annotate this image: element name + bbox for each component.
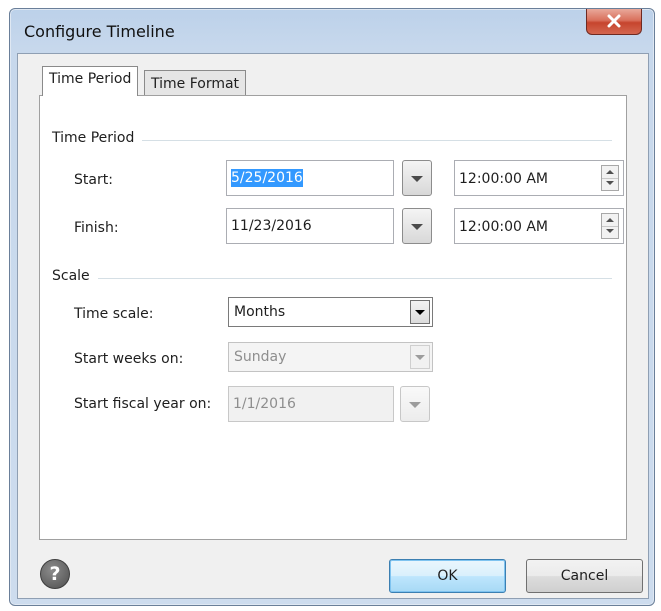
chevron-down-icon [411,224,423,230]
arrow-down-icon [606,181,614,185]
start-date-value: 5/25/2016 [231,169,303,187]
fiscal-year-input[interactable]: 1/1/2016 [228,386,394,422]
spin-down-button[interactable] [602,226,618,238]
title-bar[interactable]: Configure Timeline [10,9,654,53]
fiscal-year-dropdown-button[interactable] [400,386,430,422]
chevron-down-icon [415,310,425,315]
tab-label: Time Format [151,76,240,92]
chevron-down-icon [415,355,425,360]
finish-date-value: 11/23/2016 [231,218,312,234]
chevron-down-icon [411,176,423,182]
cancel-button[interactable]: Cancel [526,559,643,593]
arrow-down-icon [606,229,614,233]
help-icon: ? [49,563,61,585]
arrow-up-icon [606,218,614,222]
fiscal-year-label: Start fiscal year on: [74,396,212,412]
arrow-up-icon [606,170,614,174]
fiscal-year-value: 1/1/2016 [233,396,296,412]
group-divider [54,278,612,279]
time-scale-dropdown-button[interactable] [410,300,430,324]
start-date-input[interactable]: 5/25/2016 [226,160,394,196]
start-weeks-select[interactable]: Sunday [228,342,433,372]
start-label: Start: [74,172,113,188]
dialog-title: Configure Timeline [24,22,175,41]
time-period-group-label: Time Period [52,130,143,146]
tab-time-period[interactable]: Time Period [42,66,139,96]
start-weeks-dropdown-button[interactable] [410,345,430,369]
finish-date-input[interactable]: 11/23/2016 [226,208,394,244]
time-scale-label: Time scale: [74,306,154,322]
time-scale-select[interactable]: Months [228,297,433,327]
cancel-button-label: Cancel [560,568,609,584]
finish-label: Finish: [74,220,119,236]
dialog-body: Time Period Time Format Time Period Star… [17,53,649,599]
start-time-input[interactable]: 12:00:00 AM [454,160,624,196]
ok-button-label: OK [437,568,458,584]
chevron-down-icon [409,402,421,408]
start-time-value: 12:00:00 AM [459,171,548,187]
finish-date-dropdown-button[interactable] [402,208,432,244]
start-weeks-value: Sunday [234,349,287,365]
finish-time-value: 12:00:00 AM [459,219,548,235]
close-button[interactable] [586,9,642,35]
finish-time-spinner [601,213,619,239]
tab-label: Time Period [49,71,132,87]
close-icon [607,14,621,28]
spin-down-button[interactable] [602,178,618,190]
start-time-spinner [601,165,619,191]
tab-panel-time-period: Time Period Start: 5/25/2016 12:00:00 AM… [39,95,627,540]
finish-time-input[interactable]: 12:00:00 AM [454,208,624,244]
start-weeks-label: Start weeks on: [74,351,184,367]
tab-time-format[interactable]: Time Format [144,70,247,96]
start-date-dropdown-button[interactable] [402,160,432,196]
time-scale-value: Months [234,304,286,320]
ok-button[interactable]: OK [389,559,506,593]
dialog-window: Configure Timeline Time Period Time Form… [9,8,655,606]
help-button[interactable]: ? [40,559,70,589]
scale-group-label: Scale [52,268,98,284]
